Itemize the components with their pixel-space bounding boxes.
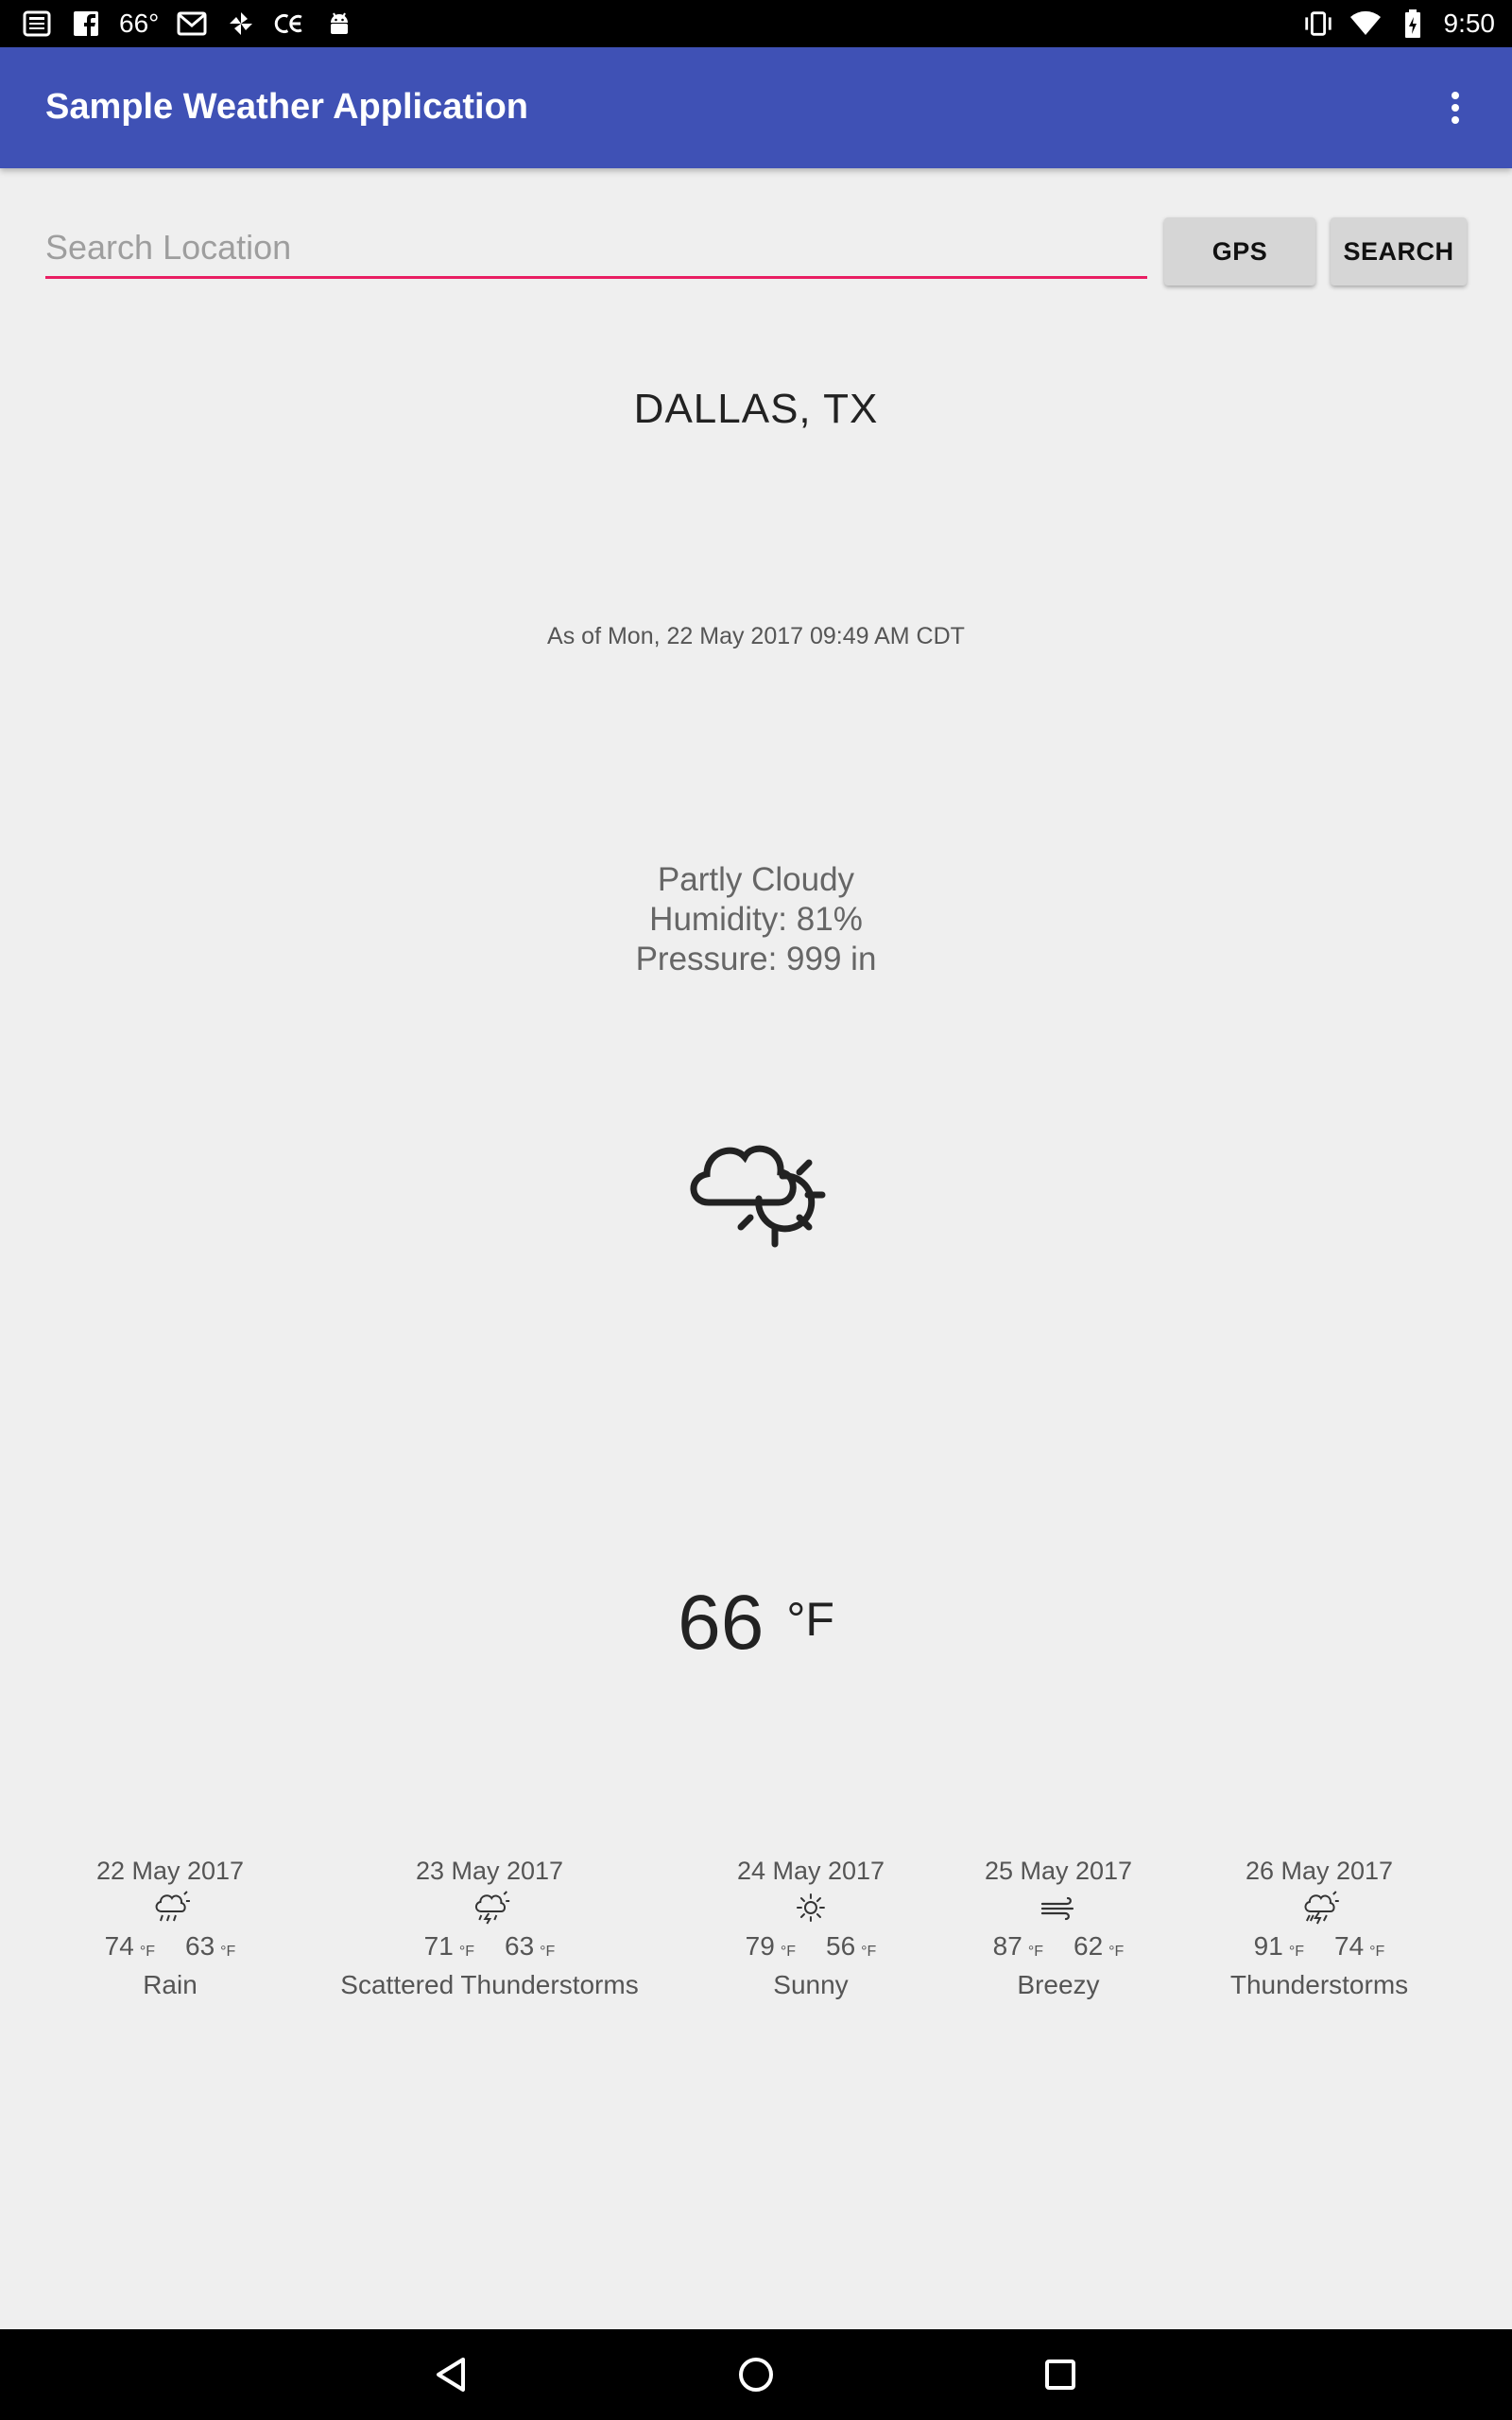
forecast-low-unit: °F: [861, 1944, 877, 1960]
forecast-day: 25 May 2017 87 °F 62 °F Breezy: [985, 1853, 1132, 2004]
forecast-high-unit: °F: [458, 1944, 474, 1960]
forecast-temps: 91 °F 74 °F: [1230, 1927, 1408, 1966]
battery-icon: [1397, 8, 1429, 40]
temperature-unit: °F: [786, 1593, 834, 1646]
gps-button[interactable]: GPS: [1164, 217, 1315, 285]
forecast-high: 87: [992, 1931, 1022, 1961]
forecast-high-unit: °F: [1027, 1944, 1043, 1960]
forecast-high: 79: [745, 1931, 775, 1961]
as-of-timestamp: As of Mon, 22 May 2017 09:49 AM CDT: [547, 623, 965, 649]
more-vert-icon[interactable]: [1436, 89, 1474, 127]
sunny-icon: [796, 1893, 825, 1922]
forecast-temps: 74 °F 63 °F: [96, 1927, 244, 1966]
humidity-text: Humidity: 81%: [649, 901, 863, 938]
pressure-text: Pressure: 999 in: [635, 941, 877, 977]
status-bar-right: 9:50: [1302, 8, 1496, 40]
news-icon: [21, 8, 53, 40]
current-conditions: Partly Cloudy Humidity: 81% Pressure: 99…: [0, 860, 1512, 979]
forecast-date: 25 May 2017: [984, 1857, 1133, 1885]
forecast-date: 24 May 2017: [736, 1857, 885, 1885]
search-location-input[interactable]: [45, 219, 1147, 279]
rain-icon: [155, 1891, 190, 1922]
navigation-bar: [0, 2329, 1512, 2420]
forecast-label: Breezy: [1017, 1970, 1100, 1999]
forecast-date: 23 May 2017: [415, 1857, 564, 1885]
current-temperature: 66 °F: [0, 1579, 1512, 1668]
forecast-low-unit: °F: [220, 1944, 236, 1960]
forecast-day: 23 May 2017 71 °F 63 °F Scattered Thunderst…: [340, 1853, 638, 2004]
home-icon[interactable]: [731, 2350, 781, 2399]
forecast-high-unit: °F: [1288, 1944, 1304, 1960]
partly-cloudy-icon: [671, 1115, 841, 1267]
forecast-low: 63: [504, 1931, 535, 1961]
status-temperature: 66°: [119, 9, 160, 38]
facebook-icon: [70, 8, 102, 40]
forecast-low-unit: °F: [1108, 1944, 1125, 1960]
temperature-value: 66: [678, 1580, 765, 1666]
forecast-high-unit: °F: [780, 1944, 796, 1960]
forecast-low: 63: [184, 1931, 215, 1961]
back-icon[interactable]: [427, 2350, 476, 2399]
forecast-low: 74: [1333, 1931, 1365, 1961]
app-bar: Sample Weather Application: [0, 47, 1512, 168]
forecast-temps: 87 °F 62 °F: [985, 1927, 1132, 1966]
forecast-high: 71: [423, 1931, 454, 1961]
search-button[interactable]: SEARCH: [1331, 217, 1467, 285]
condition-text: Partly Cloudy: [657, 861, 855, 898]
forecast-label: Thunderstorms: [1229, 1970, 1409, 1999]
forecast-day: 26 May 2017 91 °F 74 °F Thunderstorms: [1230, 1853, 1408, 2004]
city-name: DALLAS, TX: [633, 386, 879, 432]
forecast-date: 26 May 2017: [1245, 1857, 1394, 1885]
status-time: 9:50: [1443, 9, 1496, 38]
forecast-high-unit: °F: [139, 1944, 155, 1960]
forecast-low: 62: [1073, 1931, 1104, 1961]
recents-icon[interactable]: [1036, 2350, 1085, 2399]
forecast-low-unit: °F: [1369, 1944, 1385, 1960]
forecast-label: Rain: [143, 1970, 198, 1999]
forecast-temps: 79 °F 56 °F: [737, 1927, 885, 1966]
status-bar-left: 66°: [21, 8, 355, 40]
ce-icon: [274, 8, 306, 40]
scattered-thunderstorms-icon: [474, 1891, 509, 1925]
status-bar: 66° 9:50: [0, 0, 1512, 47]
app-title: Sample Weather Application: [45, 87, 528, 127]
forecast-date: 22 May 2017: [95, 1857, 245, 1885]
forecast-temps: 71 °F 63 °F: [340, 1927, 638, 1966]
forecast-label: Sunny: [773, 1970, 849, 1999]
vibrate-icon: [1302, 8, 1334, 40]
forecast-day: 24 May 2017 79 °F 56 °F Sunny: [737, 1853, 885, 2004]
gmail-icon: [176, 8, 208, 40]
pinwheel-icon: [225, 8, 257, 40]
forecast-high: 91: [1253, 1931, 1283, 1961]
forecast-day: 22 May 2017 74 °F 63 °F Rain: [96, 1853, 244, 2004]
forecast-high: 74: [104, 1931, 134, 1961]
breezy-icon: [1040, 1896, 1074, 1921]
wifi-icon: [1349, 8, 1382, 40]
forecast-label: Scattered Thunderstorms: [340, 1970, 639, 1999]
thunderstorms-icon: [1304, 1891, 1339, 1925]
forecast-low: 56: [825, 1931, 856, 1961]
forecast-low-unit: °F: [540, 1944, 556, 1960]
android-icon: [323, 8, 355, 40]
